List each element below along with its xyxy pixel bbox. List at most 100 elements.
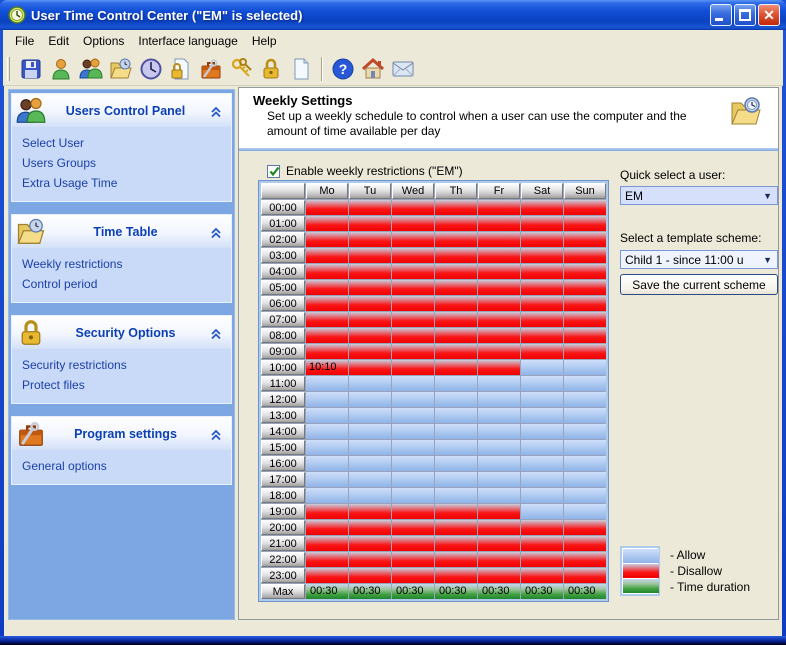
schedule-cell[interactable] <box>478 232 520 247</box>
schedule-cell[interactable] <box>478 200 520 215</box>
users-button[interactable] <box>76 55 106 83</box>
hour-header-06-00[interactable]: 06:00 <box>261 296 305 311</box>
schedule-cell[interactable] <box>564 312 606 327</box>
schedule-cell[interactable] <box>349 568 391 583</box>
user-button[interactable] <box>46 55 76 83</box>
schedule-cell[interactable] <box>435 376 477 391</box>
schedule-cell[interactable] <box>349 248 391 263</box>
sidebar-item-weekly-restrictions[interactable]: Weekly restrictions <box>12 254 231 274</box>
schedule-cell[interactable] <box>521 424 563 439</box>
sidebar-item-general-options[interactable]: General options <box>12 456 231 476</box>
hour-header-21-00[interactable]: 21:00 <box>261 536 305 551</box>
panel-header-users-control-panel[interactable]: Users Control Panel <box>12 94 231 127</box>
schedule-cell[interactable] <box>349 536 391 551</box>
close-button[interactable]: ✕ <box>758 4 780 26</box>
schedule-cell[interactable] <box>435 312 477 327</box>
folder-clock-button[interactable] <box>106 55 136 83</box>
schedule-cell[interactable] <box>306 344 348 359</box>
schedule-cell[interactable] <box>478 216 520 231</box>
schedule-cell[interactable] <box>435 264 477 279</box>
schedule-cell[interactable] <box>349 200 391 215</box>
schedule-cell[interactable] <box>564 536 606 551</box>
save-button[interactable] <box>16 55 46 83</box>
padlock-button[interactable] <box>256 55 286 83</box>
schedule-cell[interactable] <box>306 568 348 583</box>
hour-header-23-00[interactable]: 23:00 <box>261 568 305 583</box>
schedule-cell[interactable] <box>521 392 563 407</box>
schedule-cell[interactable] <box>435 536 477 551</box>
schedule-cell[interactable] <box>521 328 563 343</box>
schedule-cell[interactable] <box>564 200 606 215</box>
schedule-cell[interactable] <box>435 200 477 215</box>
menu-item-options[interactable]: Options <box>76 32 131 50</box>
schedule-cell[interactable] <box>564 408 606 423</box>
schedule-cell[interactable] <box>392 472 434 487</box>
schedule-cell[interactable] <box>306 312 348 327</box>
schedule-cell[interactable] <box>435 392 477 407</box>
hour-header-03-00[interactable]: 03:00 <box>261 248 305 263</box>
maximize-button[interactable] <box>734 4 756 26</box>
schedule-cell[interactable] <box>392 504 434 519</box>
schedule-cell[interactable] <box>306 392 348 407</box>
max-duration-cell[interactable]: 00:30 <box>306 584 348 599</box>
schedule-cell[interactable] <box>392 424 434 439</box>
day-header-tu[interactable]: Tu <box>349 183 391 199</box>
schedule-cell[interactable] <box>392 440 434 455</box>
schedule-cell[interactable] <box>392 264 434 279</box>
schedule-cell[interactable] <box>521 536 563 551</box>
schedule-cell[interactable] <box>306 328 348 343</box>
schedule-cell[interactable] <box>392 456 434 471</box>
template-scheme-dropdown[interactable]: Child 1 - since 11:00 u ▼ <box>620 250 778 269</box>
schedule-cell[interactable] <box>521 280 563 295</box>
max-duration-cell[interactable]: 00:30 <box>392 584 434 599</box>
schedule-cell[interactable] <box>349 264 391 279</box>
user-select-dropdown[interactable]: EM ▼ <box>620 186 778 205</box>
panel-header-security-options[interactable]: Security Options <box>12 316 231 349</box>
panel-header-time-table[interactable]: Time Table <box>12 215 231 248</box>
schedule-cell[interactable] <box>564 280 606 295</box>
hour-header-22-00[interactable]: 22:00 <box>261 552 305 567</box>
schedule-cell[interactable] <box>564 216 606 231</box>
schedule-cell[interactable] <box>349 376 391 391</box>
schedule-cell[interactable] <box>521 552 563 567</box>
toolbar-grip[interactable] <box>7 56 10 81</box>
schedule-cell[interactable] <box>435 456 477 471</box>
hour-header-19-00[interactable]: 19:00 <box>261 504 305 519</box>
schedule-cell[interactable] <box>435 408 477 423</box>
day-header-th[interactable]: Th <box>435 183 477 199</box>
max-duration-cell[interactable]: 00:30 <box>564 584 606 599</box>
schedule-cell[interactable] <box>521 200 563 215</box>
schedule-cell[interactable] <box>306 232 348 247</box>
menu-item-interface-language[interactable]: Interface language <box>131 32 244 50</box>
schedule-cell[interactable] <box>349 488 391 503</box>
schedule-cell[interactable] <box>521 360 563 375</box>
schedule-cell[interactable] <box>392 552 434 567</box>
max-duration-cell[interactable]: 00:30 <box>521 584 563 599</box>
schedule-cell[interactable] <box>306 424 348 439</box>
schedule-cell[interactable] <box>564 568 606 583</box>
schedule-cell[interactable] <box>435 216 477 231</box>
hour-header-14-00[interactable]: 14:00 <box>261 424 305 439</box>
schedule-cell[interactable] <box>306 504 348 519</box>
schedule-cell[interactable] <box>306 280 348 295</box>
schedule-cell[interactable] <box>435 552 477 567</box>
schedule-cell[interactable] <box>349 392 391 407</box>
day-header-mo[interactable]: Mo <box>306 183 348 199</box>
schedule-cell[interactable] <box>306 216 348 231</box>
schedule-cell[interactable] <box>306 296 348 311</box>
hour-header-05-00[interactable]: 05:00 <box>261 280 305 295</box>
day-header-sat[interactable]: Sat <box>521 183 563 199</box>
hour-header-01-00[interactable]: 01:00 <box>261 216 305 231</box>
schedule-cell[interactable] <box>478 408 520 423</box>
schedule-cell[interactable] <box>564 472 606 487</box>
schedule-cell[interactable] <box>435 328 477 343</box>
schedule-cell[interactable] <box>392 312 434 327</box>
clock-button[interactable] <box>136 55 166 83</box>
sidebar-item-users-groups[interactable]: Users Groups <box>12 153 231 173</box>
schedule-cell[interactable] <box>478 360 520 375</box>
schedule-cell[interactable] <box>349 552 391 567</box>
schedule-cell[interactable] <box>521 472 563 487</box>
schedule-cell[interactable] <box>521 232 563 247</box>
schedule-cell[interactable]: 10:10 <box>306 360 348 375</box>
schedule-cell[interactable] <box>435 504 477 519</box>
